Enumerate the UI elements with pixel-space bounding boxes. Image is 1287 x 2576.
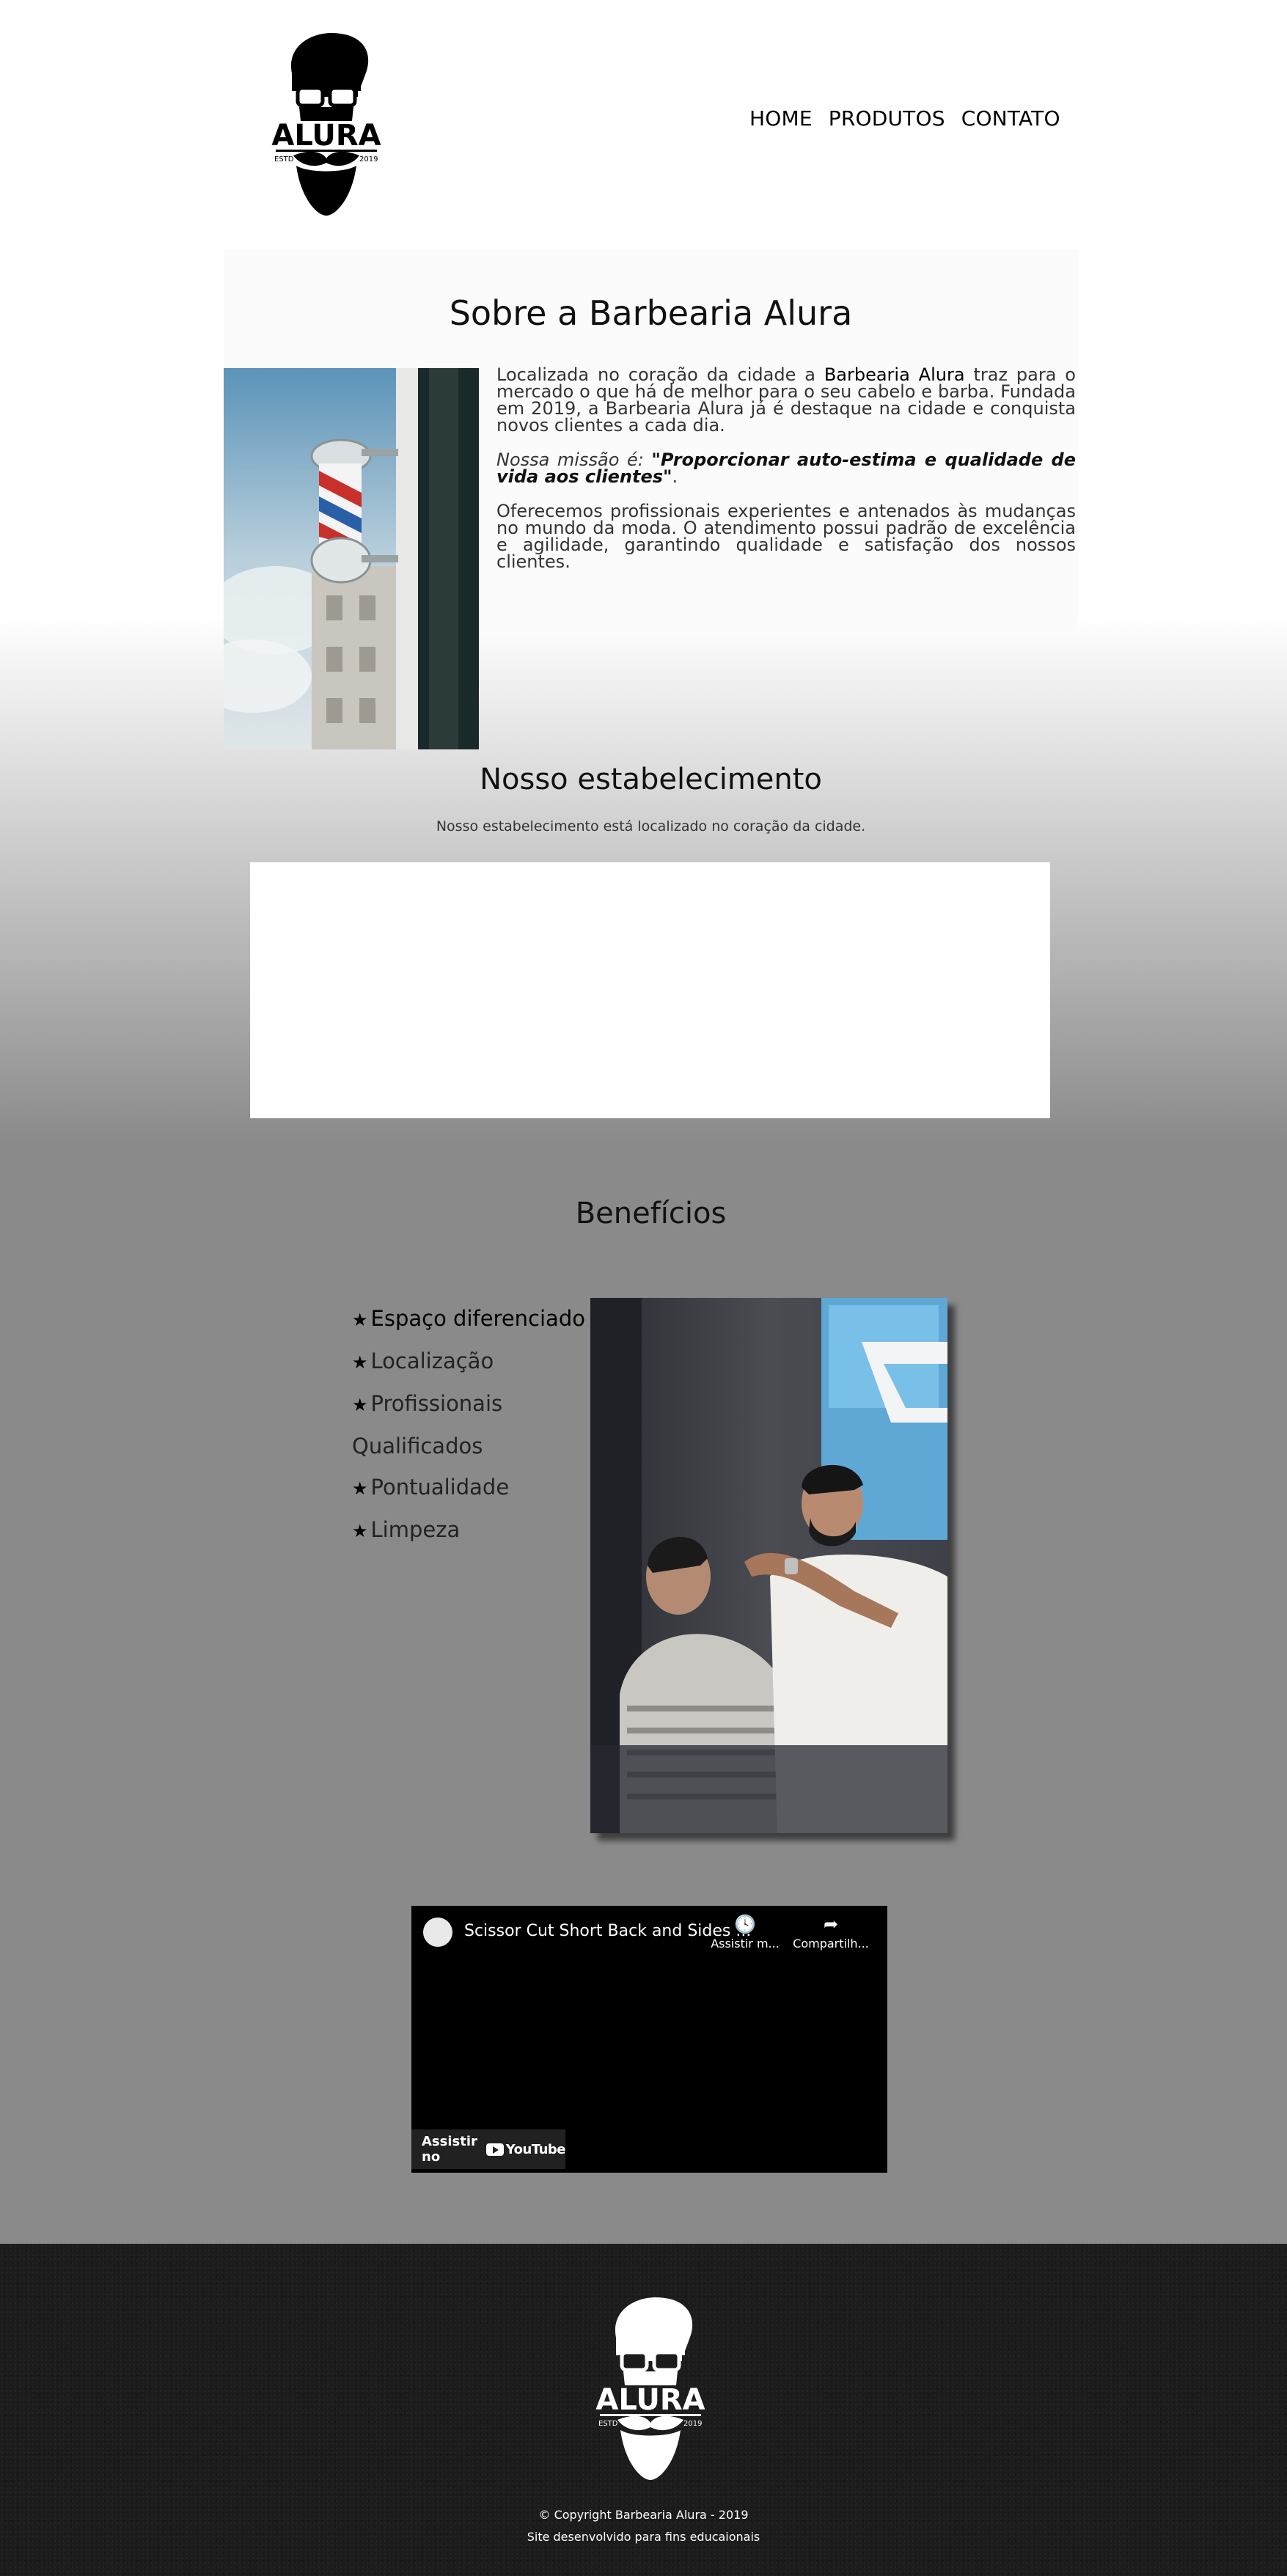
benefit-item: ★ Limpeza [352,1509,587,1552]
nav-home-link[interactable]: HOME [749,106,813,131]
clock-icon: 🕓 [734,1914,756,1934]
establishment-title: Nosso estabelecimento [480,763,822,796]
youtube-wordmark: YouTube [505,2141,566,2157]
nav-contato-link[interactable]: CONTATO [961,106,1060,131]
header-logo[interactable]: ALURA ESTD 2019 [271,29,381,216]
youtube-play-icon [485,2143,504,2156]
about-text: Localizada no coração da cidade a Barbea… [496,366,1076,588]
mission-end: . [672,466,678,487]
barber-pole-image [224,368,479,749]
svg-text:2019: 2019 [683,2420,702,2428]
benefit-item: ★ Espaço diferenciado [352,1298,587,1340]
benefit-item: ★ Localização [352,1340,587,1383]
svg-text:ALURA: ALURA [271,119,381,153]
footer-note: Site desenvolvido para fins educaionais [527,2530,760,2544]
watch-on-youtube-button[interactable]: Assistir no YouTube [411,2129,566,2169]
about-paragraph-intro: Localizada no coração da cidade a Barbea… [496,366,1076,434]
about-mission: Nossa missão é: "Proporcionar auto-estim… [496,451,1076,487]
watch-later-button[interactable]: 🕓 Assistir m... [705,1915,785,1951]
footer-logo: ALURA ESTD 2019 [595,2294,705,2481]
about-title: Sobre a Barbearia Alura [449,293,853,333]
benefit-item: ★ Pontualidade [352,1467,587,1509]
svg-text:ESTD: ESTD [598,2420,618,2428]
share-label: Compartilh... [793,1937,869,1951]
channel-avatar[interactable] [423,1918,452,1947]
about-paragraph-services: Oferecemos profissionais experientes e a… [496,501,1076,572]
watch-later-label: Assistir m... [711,1937,780,1951]
watch-on-label: Assistir no [422,2134,477,2165]
benefit-label: Profissionais [370,1391,503,1416]
svg-text:2019: 2019 [359,155,378,164]
svg-text:ESTD: ESTD [274,155,294,164]
benefit-label: Pontualidade [370,1475,510,1500]
establishment-description: Nosso estabelecimento está localizado no… [436,818,866,834]
star-icon: ★ [352,1521,368,1541]
star-icon: ★ [352,1478,368,1499]
bearded-man-logo-icon: ALURA ESTD 2019 [271,32,381,216]
share-button[interactable]: ➦ Compartilh... [791,1915,871,1951]
nav-produtos-link[interactable]: PRODUTOS [829,106,945,131]
benefit-label: Espaço diferenciado [370,1306,585,1331]
benefit-item-continuation: Qualificados [352,1434,483,1458]
benefit-item: ★ Profissionais [352,1383,587,1425]
footer-copyright: © Copyright Barbearia Alura - 2019 [538,2508,749,2522]
map-embed[interactable] [250,862,1050,1118]
star-icon: ★ [352,1352,368,1373]
youtube-logo: YouTube [485,2141,566,2157]
benefit-label: Limpeza [370,1517,461,1542]
barber-at-work-image [590,1298,947,1833]
star-icon: ★ [352,1395,368,1415]
benefits-list: ★ Espaço diferenciado ★ Localização ★ Profi… [352,1298,587,1552]
youtube-video-embed[interactable]: Scissor Cut Short Back and Sides ... 🕓 A… [411,1906,887,2173]
benefit-label: Localização [370,1348,494,1373]
benefits-title: Benefícios [575,1197,727,1230]
share-arrow-icon: ➦ [823,1914,839,1934]
star-icon: ★ [352,1310,368,1330]
svg-text:ALURA: ALURA [595,2383,705,2417]
main-nav: HOME PRODUTOS CONTATO [749,106,1060,131]
bearded-man-logo-icon: ALURA ESTD 2019 [595,2297,705,2480]
